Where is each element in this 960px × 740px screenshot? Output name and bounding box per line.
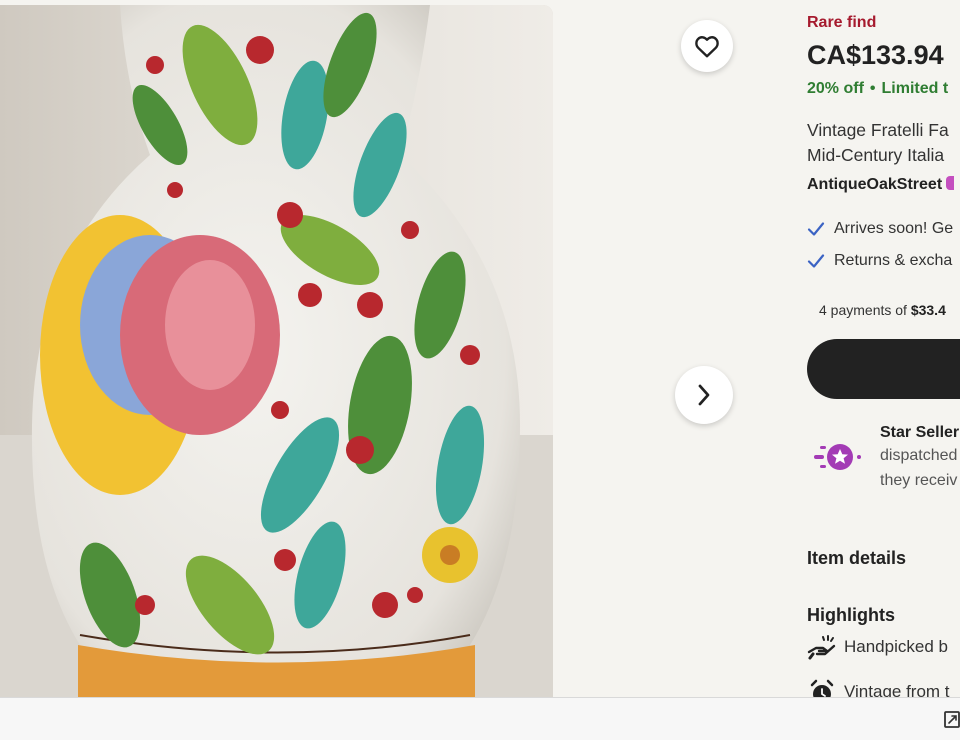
perk-arrival: Arrives soon! Ge (807, 220, 953, 238)
shop-badge-icon (946, 176, 955, 190)
sale-note: Limited t (881, 80, 949, 97)
discount-percent: 20% off (807, 80, 864, 97)
item-details-heading[interactable]: Item details (807, 548, 906, 569)
highlight-handpicked: Handpicked b (807, 634, 948, 660)
price: CA$133.94 (807, 40, 944, 70)
next-image-button[interactable] (675, 366, 733, 424)
favorite-button[interactable] (681, 20, 733, 72)
perk-label: Arrives soon! Ge (834, 220, 954, 237)
star-seller-line2: they receiv (880, 472, 958, 489)
installment-payments: 4 payments of $33.4 (819, 302, 946, 318)
product-photo[interactable] (0, 5, 553, 697)
highlight-label: Handpicked b (844, 637, 948, 656)
star-seller-icon (814, 444, 861, 470)
payments-amount: $33.4 (910, 302, 946, 318)
check-icon (807, 254, 825, 268)
expand-icon[interactable] (943, 709, 960, 729)
shop-link[interactable]: AntiqueOakStreet (807, 176, 955, 194)
check-icon (807, 222, 825, 236)
chevron-right-icon (698, 384, 710, 406)
handpicked-icon (807, 635, 836, 660)
highlights-heading: Highlights (807, 605, 895, 625)
listing-title-line2: Mid-Century Italia (807, 145, 945, 165)
heart-outline-icon (695, 36, 719, 58)
listing-title-line1: Vintage Fratelli Fa (807, 120, 949, 140)
shop-name[interactable]: AntiqueOakStreet (807, 176, 942, 193)
listing-title: Vintage Fratelli Fa Mid-Century Italia (807, 118, 949, 168)
star-seller-line1: dispatched (880, 447, 958, 464)
perk-returns: Returns & excha (807, 252, 952, 270)
rare-find-badge: Rare find (807, 14, 877, 31)
perk-label: Returns & excha (834, 252, 953, 269)
discount-line: 20% off • Limited t (807, 80, 948, 98)
add-to-basket-button[interactable] (807, 339, 960, 399)
star-seller-title: Star Seller (880, 424, 960, 441)
payments-prefix: 4 payments of (819, 302, 907, 318)
separator: • (869, 80, 876, 97)
bottom-bar (0, 697, 960, 740)
